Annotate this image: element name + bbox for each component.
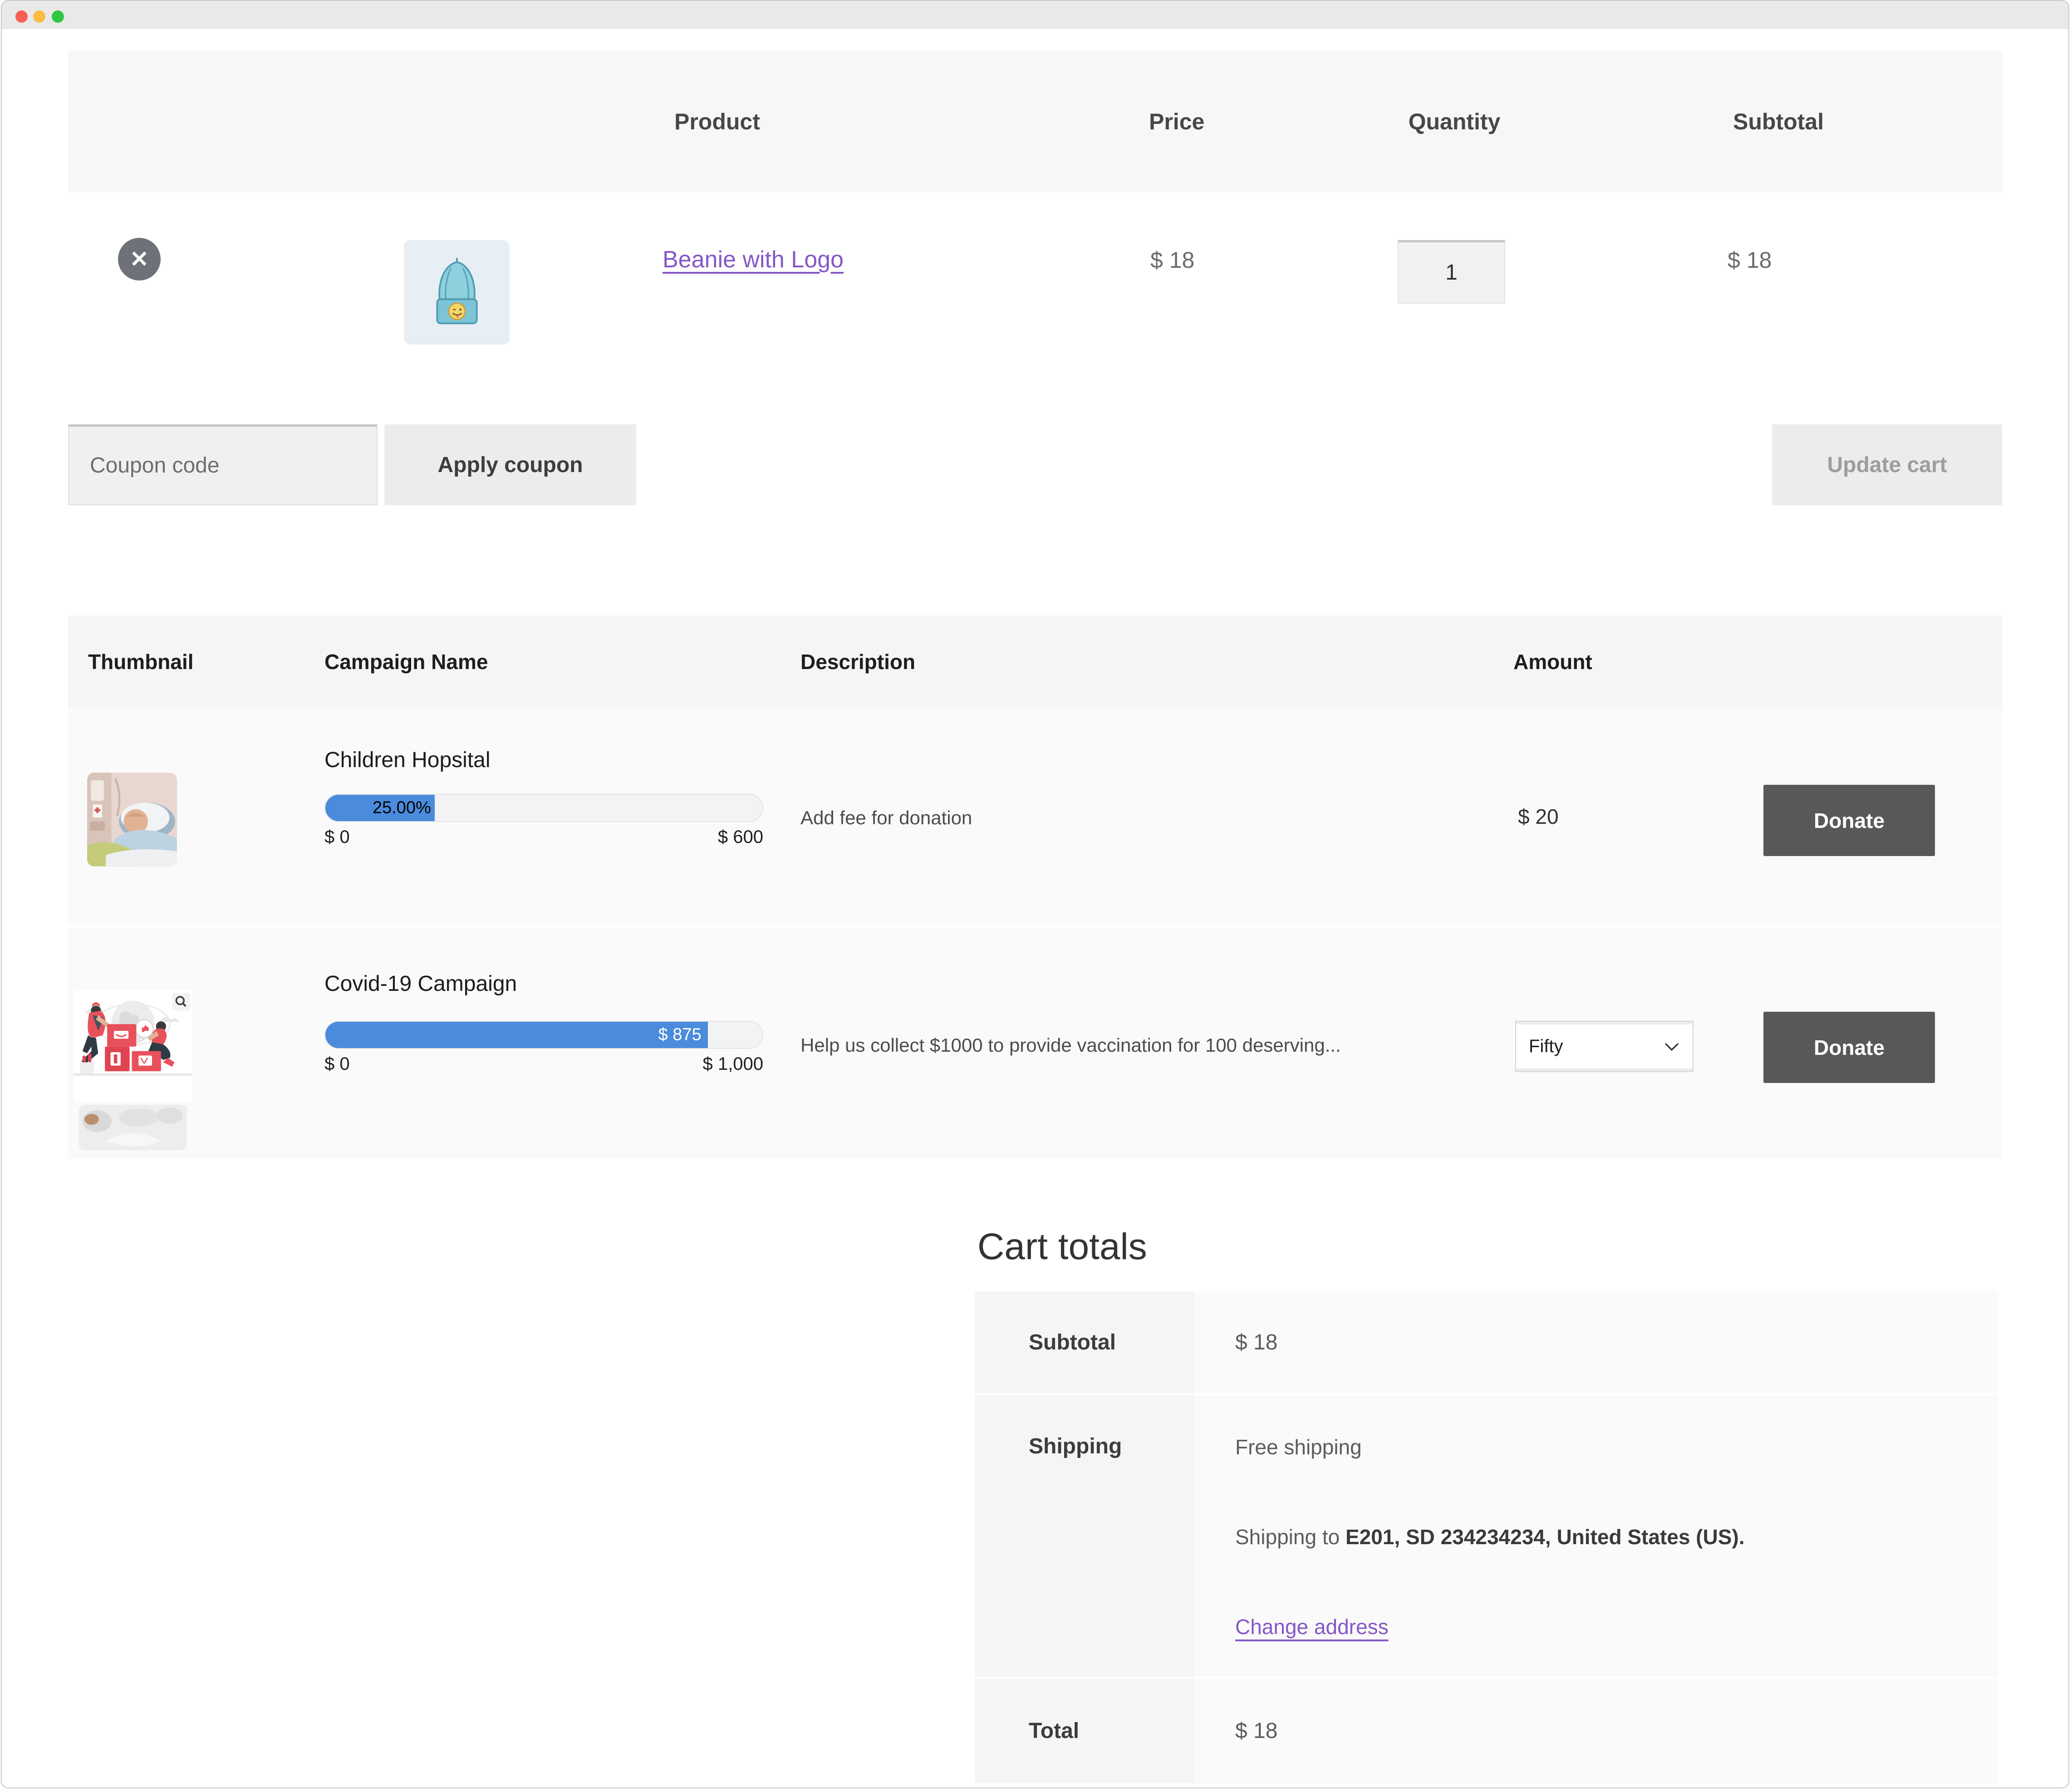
window-titlebar bbox=[2, 1, 2068, 29]
donate-button-covid[interactable]: Donate bbox=[1763, 1012, 1935, 1083]
shipping-method: Free shipping bbox=[1235, 1434, 1362, 1460]
campaign-thumbnail-covid bbox=[74, 990, 192, 1102]
progress-fill: 25.00% bbox=[325, 795, 435, 821]
campaign-thumbnail-covid-secondary bbox=[79, 1105, 187, 1150]
shipping-label: Shipping bbox=[975, 1395, 1194, 1677]
change-address-link[interactable]: Change address bbox=[1235, 1614, 1389, 1640]
selected-amount: Fifty bbox=[1529, 1036, 1563, 1057]
progress-label: $ 875 bbox=[658, 1025, 702, 1045]
shipping-address-line: Shipping to E201, SD 234234234, United S… bbox=[1235, 1524, 1745, 1550]
shipping-address: E201, SD 234234234, United States (US) bbox=[1345, 1525, 1739, 1549]
header-amount: Amount bbox=[1513, 615, 1592, 708]
product-name-link[interactable]: Beanie with Logo bbox=[663, 246, 844, 273]
x-glyph: ✕ bbox=[130, 246, 149, 272]
subtotal-value: $ 18 bbox=[1194, 1291, 1998, 1393]
subtotal-row: Subtotal $ 18 bbox=[975, 1291, 1998, 1393]
range-max: $ 1,000 bbox=[703, 1054, 763, 1074]
header-subtotal: Subtotal bbox=[1733, 51, 1824, 192]
cart-totals-title: Cart totals bbox=[977, 1224, 2002, 1270]
header-thumbnail: Thumbnail bbox=[88, 615, 194, 708]
cart-totals-table: Subtotal $ 18 Shipping Free shipping Shi… bbox=[975, 1291, 1998, 1783]
campaigns-table-header: Thumbnail Campaign Name Description Amou… bbox=[68, 615, 2002, 708]
cart-page: Product Price Quantity Subtotal ✕ bbox=[2, 51, 2068, 1783]
shipping-value: Free shipping Shipping to E201, SD 23423… bbox=[1194, 1395, 1998, 1677]
apply-coupon-button[interactable]: Apply coupon bbox=[384, 424, 636, 505]
browser-window: Product Price Quantity Subtotal ✕ bbox=[1, 0, 2069, 1788]
campaign-name: Covid-19 Campaign bbox=[324, 971, 517, 996]
campaign-thumbnail-children bbox=[87, 773, 177, 866]
product-price: $ 18 bbox=[1150, 247, 1194, 273]
shipping-to-text: Shipping to bbox=[1235, 1525, 1345, 1549]
progress-range: $ 0 $ 600 bbox=[324, 827, 763, 847]
campaign-row-children-hospital: Children Hopsital 25.00% $ 0 $ 600 Add f… bbox=[68, 708, 2002, 926]
donate-button-children[interactable]: Donate bbox=[1763, 785, 1935, 856]
progress-range: $ 0 $ 1,000 bbox=[324, 1054, 763, 1074]
header-product: Product bbox=[674, 51, 760, 192]
range-max: $ 600 bbox=[718, 827, 763, 847]
progress-fill: $ 875 bbox=[325, 1022, 708, 1048]
campaign-row-covid19: Covid-19 Campaign $ 875 $ 0 $ 1,000 Help… bbox=[68, 926, 2002, 1159]
range-min: $ 0 bbox=[324, 827, 350, 847]
total-value: $ 18 bbox=[1194, 1679, 1998, 1783]
coupon-code-input[interactable] bbox=[68, 424, 378, 505]
covid-campaign-image bbox=[74, 990, 192, 1102]
quantity-input[interactable] bbox=[1398, 240, 1505, 304]
range-min: $ 0 bbox=[324, 1054, 350, 1074]
header-quantity: Quantity bbox=[1409, 51, 1501, 192]
update-cart-button[interactable]: Update cart bbox=[1772, 424, 2002, 505]
total-row: Total $ 18 bbox=[975, 1677, 1998, 1783]
campaign-progress-bar: $ 875 bbox=[324, 1021, 763, 1049]
covid-secondary-image bbox=[79, 1105, 187, 1150]
remove-item-icon[interactable]: ✕ bbox=[118, 238, 161, 281]
campaign-description: Help us collect $1000 to provide vaccina… bbox=[800, 1034, 1341, 1056]
amount-select[interactable]: Fifty bbox=[1515, 1021, 1694, 1072]
campaign-progress-bar: 25.00% bbox=[324, 794, 763, 822]
header-description: Description bbox=[800, 615, 915, 708]
shipping-address-period: . bbox=[1739, 1525, 1745, 1549]
close-window-icon[interactable] bbox=[15, 10, 28, 23]
progress-label: 25.00% bbox=[373, 798, 431, 818]
cart-item-row: ✕ Beanie with Logo $ 18 $ 18 bbox=[68, 192, 2002, 384]
minimize-window-icon[interactable] bbox=[33, 10, 45, 23]
chevron-down-icon bbox=[1664, 1041, 1680, 1052]
header-campaign-name: Campaign Name bbox=[324, 615, 488, 708]
campaign-amount: $ 20 bbox=[1518, 804, 1559, 829]
total-label: Total bbox=[975, 1679, 1194, 1783]
shipping-row: Shipping Free shipping Shipping to E201,… bbox=[975, 1393, 1998, 1677]
cart-table-header: Product Price Quantity Subtotal bbox=[68, 51, 2002, 192]
product-subtotal: $ 18 bbox=[1728, 247, 1772, 273]
cart-actions-row: Apply coupon Update cart bbox=[68, 424, 2002, 505]
subtotal-label: Subtotal bbox=[975, 1291, 1194, 1393]
beanie-image bbox=[414, 249, 500, 335]
campaign-description: Add fee for donation bbox=[800, 807, 972, 829]
campaign-name: Children Hopsital bbox=[324, 748, 491, 773]
header-price: Price bbox=[1149, 51, 1204, 192]
product-thumbnail[interactable] bbox=[404, 240, 510, 345]
maximize-window-icon[interactable] bbox=[52, 10, 64, 23]
children-hospital-image bbox=[87, 773, 177, 866]
